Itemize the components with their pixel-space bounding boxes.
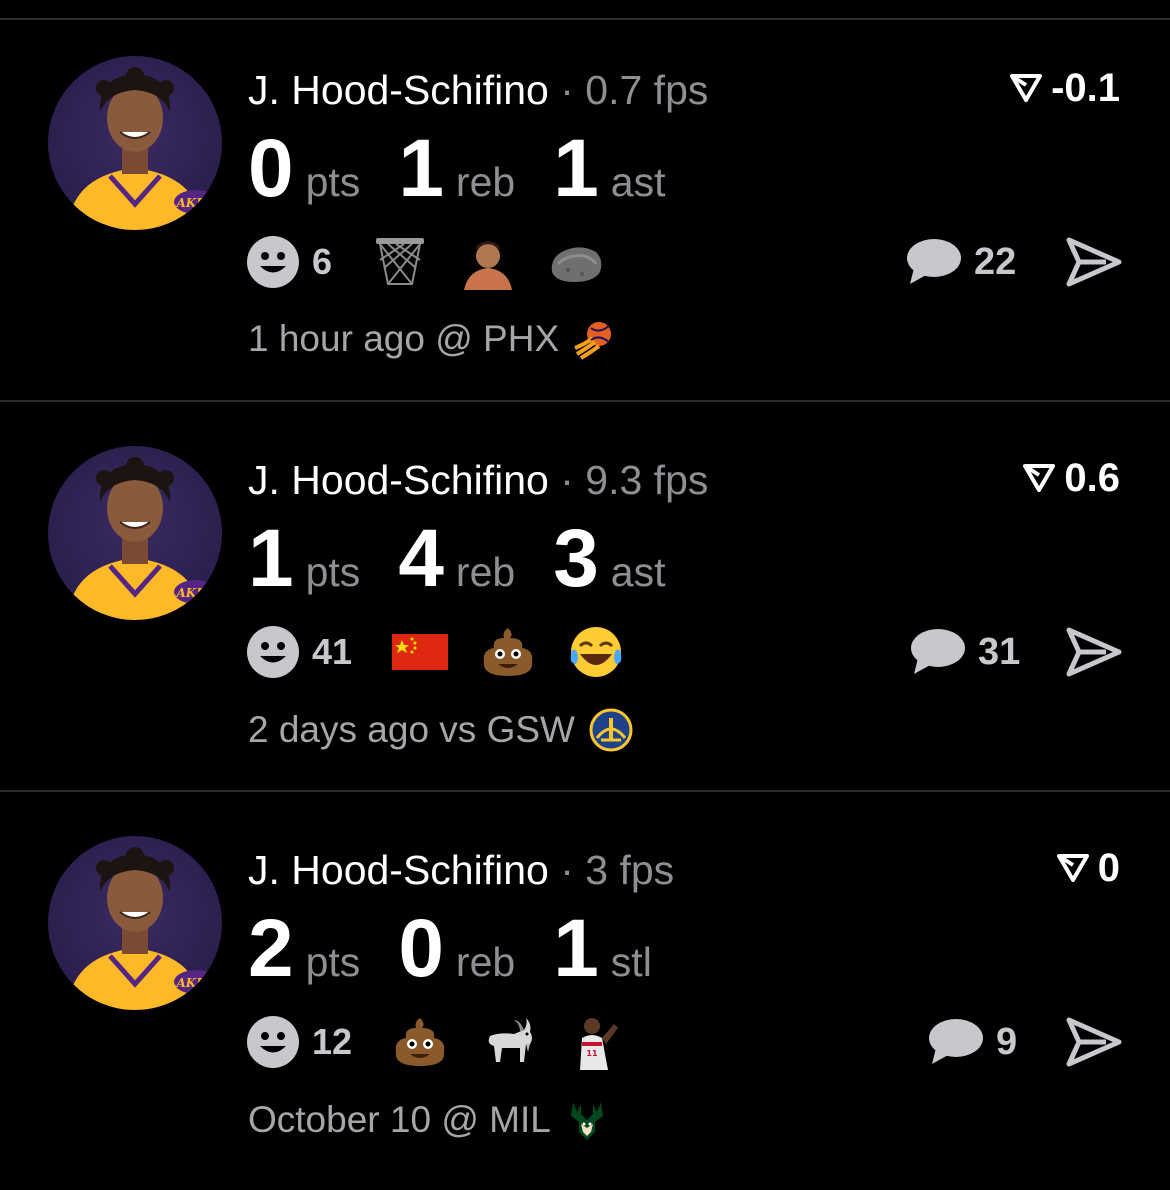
game-info: October 10 @ MIL	[248, 1098, 609, 1142]
reaction-count[interactable]: 6	[312, 241, 332, 283]
stat-value: 1	[248, 513, 294, 604]
svg-text:11: 11	[586, 1049, 598, 1058]
suns-logo-icon	[574, 322, 612, 360]
player-name[interactable]: J. Hood-Schifino	[248, 67, 549, 113]
stat-value: 1	[553, 903, 599, 994]
fantasy-points: 3 fps	[585, 847, 675, 893]
reaction-bar: 12 11	[246, 1012, 656, 1072]
score-arrow-icon	[1010, 74, 1043, 102]
post-header: J. Hood-Schifino · 0.7 fps	[248, 70, 708, 111]
share-send-icon[interactable]	[1066, 1016, 1122, 1068]
comment-bubble-icon	[907, 239, 961, 284]
score-value: 0.6	[1064, 456, 1120, 500]
post-header: J. Hood-Schifino · 9.3 fps	[248, 460, 708, 501]
game-post-card[interactable]: LAKERS J. Hood-Schifino · 9.3 fps 0.6 1 …	[0, 410, 1170, 800]
score-display: -0.1	[1009, 68, 1120, 108]
game-info: 2 days ago vs GSW	[248, 708, 633, 752]
player-name[interactable]: J. Hood-Schifino	[248, 457, 549, 503]
stat-line: 0 pts 1 reb 1 ast	[248, 128, 704, 210]
stat-value: 1	[553, 123, 599, 214]
rock-emoji-icon[interactable]	[548, 234, 604, 290]
reaction-count[interactable]: 41	[312, 631, 352, 673]
comments-button[interactable]: 9	[928, 1012, 1017, 1072]
stat-value: 2	[248, 903, 294, 994]
score-value: -0.1	[1051, 66, 1120, 110]
reaction-count[interactable]: 12	[312, 1021, 352, 1063]
stat-label: reb	[455, 939, 516, 985]
player-avatar[interactable]: LAKERS	[48, 836, 222, 1010]
game-post-card[interactable]: LAKERS J. Hood-Schifino · 3 fps 0 2 pts …	[0, 800, 1170, 1190]
separator-dot: ·	[560, 847, 574, 893]
stat-label: ast	[610, 159, 666, 205]
svg-text:LAKERS: LAKERS	[167, 196, 222, 210]
comments-button[interactable]: 31	[910, 622, 1020, 682]
reaction-bar: 41	[246, 622, 656, 682]
stat-value: 0	[398, 903, 444, 994]
separator-dot: ·	[560, 67, 574, 113]
basketball-hoop-icon[interactable]	[372, 234, 428, 290]
game-info: 1 hour ago @ PHX	[248, 318, 617, 360]
warriors-logo-icon	[589, 708, 633, 752]
smiley-reaction-icon[interactable]	[246, 625, 300, 679]
post-header: J. Hood-Schifino · 3 fps	[248, 850, 674, 891]
stat-label: reb	[455, 159, 516, 205]
player-avatar[interactable]: LAKERS	[48, 446, 222, 620]
comment-bubble-icon	[929, 1019, 983, 1064]
game-time-opponent: 2 days ago vs GSW	[248, 709, 575, 750]
post-divider	[0, 400, 1170, 402]
stat-label: pts	[305, 549, 361, 595]
score-display: 0	[1056, 848, 1120, 888]
stat-value: 4	[398, 513, 444, 604]
china-flag-icon[interactable]	[392, 624, 449, 680]
player-avatar[interactable]: LAKERS	[48, 56, 222, 230]
fantasy-points: 9.3 fps	[585, 457, 709, 503]
smiley-reaction-icon[interactable]	[246, 1015, 300, 1069]
game-time-opponent: 1 hour ago @ PHX	[248, 318, 560, 359]
reaction-bar: 6	[246, 232, 636, 292]
smiley-reaction-icon[interactable]	[246, 235, 300, 289]
bucks-logo-icon	[570, 1102, 603, 1140]
poop-emoji-icon[interactable]	[392, 1014, 448, 1070]
laughing-tears-emoji-icon[interactable]	[568, 624, 624, 680]
score-display: 0.6	[1022, 458, 1120, 498]
fantasy-points: 0.7 fps	[585, 67, 709, 113]
share-send-icon[interactable]	[1066, 236, 1122, 288]
comment-count: 22	[974, 240, 1017, 283]
svg-text:LAKERS: LAKERS	[167, 976, 222, 990]
person-photo-icon[interactable]	[460, 234, 517, 290]
game-time-opponent: October 10 @ MIL	[248, 1099, 551, 1140]
share-send-icon[interactable]	[1066, 626, 1122, 678]
comment-count: 9	[996, 1020, 1018, 1063]
post-divider	[0, 790, 1170, 792]
stat-line: 1 pts 4 reb 3 ast	[248, 518, 704, 600]
stat-label: reb	[455, 549, 516, 595]
goat-emoji-icon[interactable]	[480, 1014, 536, 1070]
score-arrow-icon	[1056, 854, 1089, 882]
comment-count: 31	[978, 630, 1021, 673]
stat-value: 3	[553, 513, 599, 604]
stat-value: 0	[248, 123, 294, 214]
stat-value: 1	[398, 123, 444, 214]
score-arrow-icon	[1023, 464, 1056, 492]
stat-label: pts	[305, 939, 361, 985]
stat-label: stl	[610, 939, 652, 985]
svg-text:LAKERS: LAKERS	[167, 586, 222, 600]
game-post-card[interactable]: LAKERS J. Hood-Schifino · 0.7 fps -0.1 0…	[0, 20, 1170, 410]
stat-label: ast	[610, 549, 666, 595]
poop-emoji-icon[interactable]	[480, 624, 536, 680]
score-value: 0	[1097, 846, 1120, 890]
comment-bubble-icon	[911, 629, 965, 674]
comments-button[interactable]: 22	[906, 232, 1016, 292]
player-name[interactable]: J. Hood-Schifino	[248, 847, 549, 893]
separator-dot: ·	[560, 457, 574, 503]
stat-line: 2 pts 0 reb 1 stl	[248, 908, 690, 990]
stat-label: pts	[305, 159, 361, 205]
player-photo-icon[interactable]: 11	[568, 1014, 625, 1070]
